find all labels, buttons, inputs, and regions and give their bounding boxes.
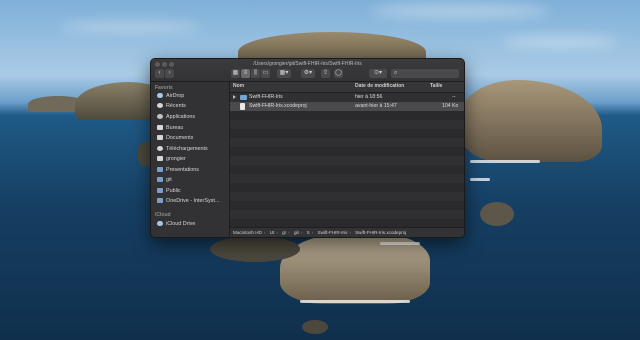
empty-row: [230, 210, 464, 219]
chevron-right-icon: ›: [276, 230, 278, 235]
path-segment[interactable]: git: [294, 228, 299, 237]
path-segment[interactable]: Swift-FHIR-Iris.xcodeproj: [355, 228, 406, 237]
applications-icon: [157, 114, 163, 120]
sidebar-item-applications[interactable]: Applications: [157, 113, 227, 122]
empty-row: [230, 120, 464, 129]
grid-icon: ▦: [232, 70, 239, 76]
file-row-xcodeproj[interactable]: Swift-FHIR-Iris.xcodeproj avant-hier à 1…: [230, 102, 464, 111]
view-icons-button[interactable]: ▦: [231, 69, 240, 78]
path-segment[interactable]: Ut: [270, 228, 275, 237]
column-header-name[interactable]: Nom: [233, 83, 244, 89]
download-icon: [157, 146, 163, 152]
file-date: hier à 18:56: [355, 94, 383, 100]
path-bar: Macintosh HD › Ut › gr › git › S › Swift-FHIR…: [230, 227, 464, 237]
empty-row: [230, 192, 464, 201]
xcode-project-icon: [240, 103, 245, 110]
desktop-icon: [157, 125, 163, 131]
chevron-right-icon: ›: [300, 230, 303, 235]
folder-icon: [157, 188, 163, 194]
file-row-folder[interactable]: Swift-FHIR-Iris hier à 18:56 --: [230, 93, 464, 102]
action-button[interactable]: ⚙▾: [301, 69, 315, 78]
more-button[interactable]: ⊙▾: [369, 69, 387, 78]
sidebar-item-onedrive[interactable]: OneDrive - InterSyst...: [157, 197, 227, 206]
cloud-folder-icon: [157, 198, 163, 204]
ellipsis-icon: ⊙▾: [373, 70, 383, 76]
forward-button[interactable]: ›: [165, 69, 174, 78]
empty-row: [230, 156, 464, 165]
file-name: Swift-FHIR-Iris.xcodeproj: [249, 103, 307, 109]
columns-icon: ⫼: [254, 70, 257, 76]
folder-icon: [157, 177, 163, 183]
folder-icon: [240, 95, 247, 100]
search-icon: ⌕: [394, 70, 398, 76]
file-name: Swift-FHIR-Iris: [249, 94, 283, 100]
empty-row: [230, 111, 464, 120]
file-size: --: [452, 94, 456, 100]
window-title: /Users/grongier/git/Swift-FHIR-Iris/Swif…: [253, 61, 362, 67]
sidebar-item-presentations[interactable]: Presentations: [157, 166, 227, 175]
column-header-size[interactable]: Taille: [430, 83, 442, 89]
sidebar-item-airdrop[interactable]: AirDrop: [157, 92, 227, 101]
column-header-date[interactable]: Date de modification: [355, 83, 404, 89]
airdrop-icon: [157, 93, 163, 99]
view-gallery-button[interactable]: ▭: [261, 69, 270, 78]
home-icon: [157, 156, 163, 162]
path-segment[interactable]: S: [307, 228, 310, 237]
share-button[interactable]: ⇪: [321, 69, 330, 78]
file-date: avant-hier à 15:47: [355, 103, 397, 109]
search-input[interactable]: ⌕: [391, 69, 459, 78]
sidebar-item-recents[interactable]: Récents: [157, 102, 227, 111]
sidebar-section-favorites: Favoris: [155, 85, 173, 91]
chevron-right-icon: ›: [288, 230, 290, 235]
list-icon: ≡: [243, 70, 248, 76]
sidebar-item-icloud-drive[interactable]: iCloud Drive: [157, 220, 227, 229]
sidebar-item-home[interactable]: grongier: [157, 155, 227, 164]
gear-icon: ⚙▾: [303, 70, 313, 76]
cloud-icon: [157, 221, 163, 227]
chevron-right-icon: ›: [349, 230, 351, 235]
file-size: 104 Ko: [442, 103, 459, 109]
disclosure-triangle-icon[interactable]: [233, 95, 236, 99]
sidebar-item-public[interactable]: Public: [157, 187, 227, 196]
file-list: Nom Date de modification Taille Swift-FH…: [230, 82, 464, 237]
empty-row: [230, 174, 464, 183]
view-list-button[interactable]: ≡: [241, 69, 250, 78]
sidebar-item-desktop[interactable]: Bureau: [157, 124, 227, 133]
empty-row: [230, 138, 464, 147]
path-segment[interactable]: Macintosh HD: [233, 228, 262, 237]
column-header-row: Nom Date de modification Taille: [230, 82, 464, 93]
sidebar-section-icloud: iCloud: [155, 212, 171, 218]
clock-icon: [157, 103, 163, 109]
finder-window: /Users/grongier/git/Swift-FHIR-Iris/Swif…: [150, 58, 465, 238]
document-icon: [157, 135, 163, 141]
folder-icon: [157, 167, 163, 173]
chevron-right-icon: ›: [168, 70, 171, 76]
title-bar[interactable]: /Users/grongier/git/Swift-FHIR-Iris/Swif…: [151, 59, 464, 82]
chevron-right-icon: ›: [263, 230, 266, 235]
view-columns-button[interactable]: ⫼: [251, 69, 260, 78]
tag-button[interactable]: ◯: [334, 69, 343, 78]
sidebar-item-git[interactable]: git: [157, 176, 227, 185]
sidebar-item-downloads[interactable]: Téléchargements: [157, 145, 227, 154]
chevron-right-icon: ›: [311, 230, 314, 235]
path-segment[interactable]: gr: [282, 228, 286, 237]
path-segment[interactable]: Swift-FHIR-Iris: [318, 228, 348, 237]
group-icon: ▦▾: [279, 70, 289, 76]
sidebar-item-documents[interactable]: Documents: [157, 134, 227, 143]
back-button[interactable]: ‹: [155, 69, 164, 78]
share-icon: ⇪: [322, 70, 329, 76]
chevron-left-icon: ‹: [158, 70, 161, 76]
group-button[interactable]: ▦▾: [277, 69, 291, 78]
gallery-icon: ▭: [262, 70, 269, 76]
sidebar: Favoris AirDrop Récents Applications Bur…: [151, 82, 230, 237]
tag-icon: ◯: [335, 70, 342, 76]
